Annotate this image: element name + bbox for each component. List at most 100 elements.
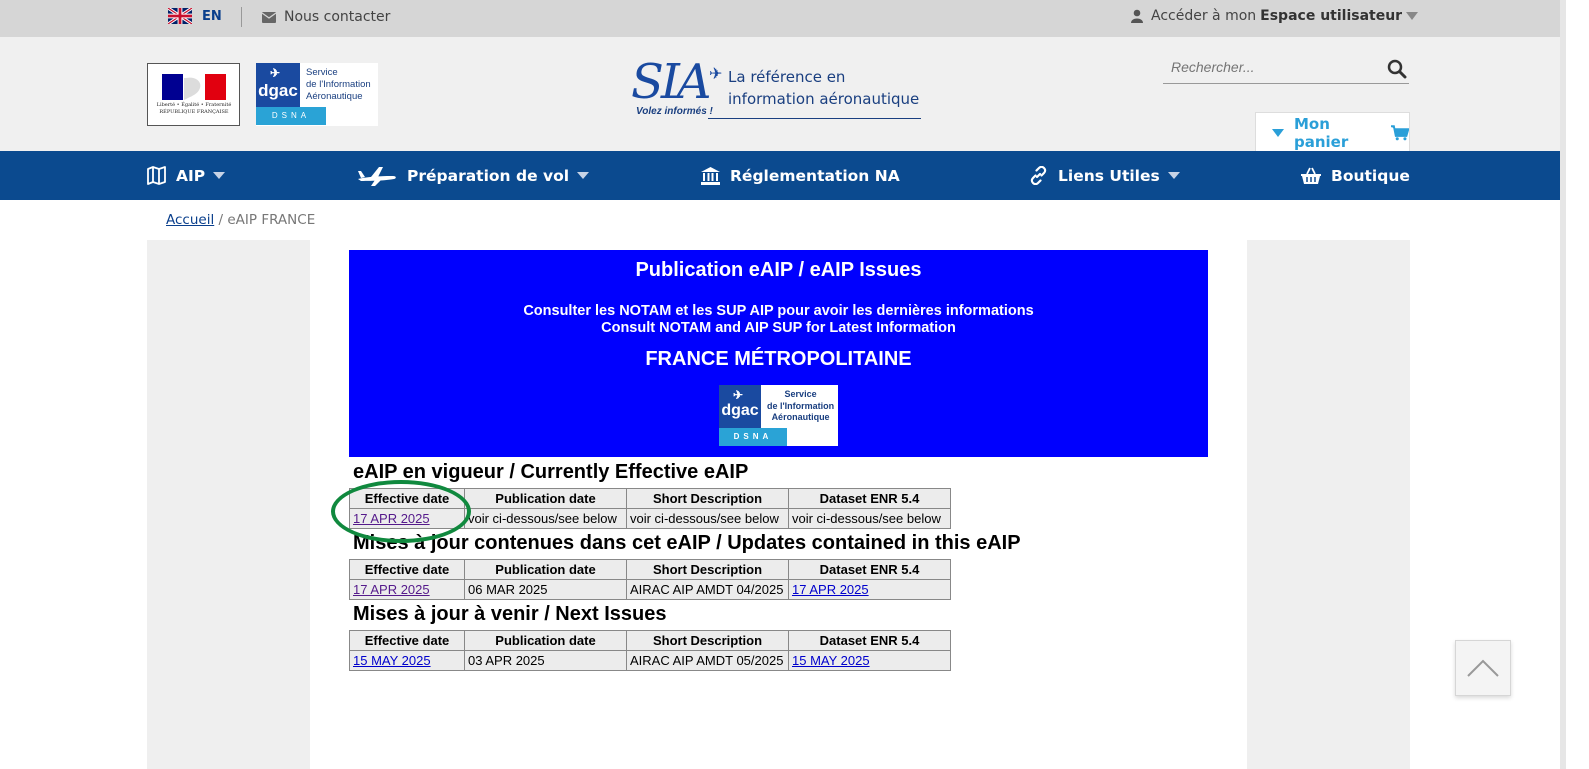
next-dataset-link[interactable]: 15 MAY 2025	[792, 653, 870, 668]
language-switch[interactable]: EN	[168, 8, 222, 24]
nav-item-liens-utiles[interactable]: Liens Utiles	[1029, 151, 1180, 200]
search-icon[interactable]	[1387, 59, 1407, 79]
dgac-service-text: Service de l'Information Aéronautique	[306, 67, 371, 103]
update-effective-link[interactable]: 17 APR 2025	[353, 582, 430, 597]
table-row: 17 APR 2025 06 MAR 2025 AIRAC AIP AMDT 0…	[349, 579, 951, 600]
section-heading-updates: Mises à jour contenues dans cet eAIP / U…	[353, 532, 1021, 554]
sia-plane-icon: ✈	[709, 64, 723, 83]
sia-letters: SIA	[631, 54, 711, 110]
search-box	[1163, 56, 1409, 84]
plane-icon: ✈	[270, 66, 281, 80]
user-icon	[1131, 9, 1143, 23]
topbar-divider	[241, 7, 242, 27]
dgac-line-1: Service	[784, 389, 817, 399]
marianne-text: Liberté • Égalité • Fraternité RÉPUBLIQU…	[156, 102, 232, 115]
back-to-top-button[interactable]	[1455, 640, 1511, 696]
breadcrumb-home-link[interactable]: Accueil	[166, 212, 214, 228]
table-row: 15 MAY 2025 03 APR 2025 AIRAC AIP AMDT 0…	[349, 650, 951, 671]
chevron-down-icon	[577, 172, 590, 179]
dgac-line-1: Service	[306, 67, 338, 78]
table-header-row: Effective date Publication date Short De…	[349, 630, 951, 651]
breadcrumb-separator: /	[218, 212, 224, 228]
nav-item-aip[interactable]: AIP	[147, 151, 226, 200]
cart-icon	[1390, 124, 1409, 140]
dgac-service-text: Service de l'Information Aéronautique	[767, 389, 834, 424]
dgac-box: ✈ dgac	[719, 385, 761, 428]
link-icon	[1030, 166, 1047, 185]
dsna-label: DSNA	[256, 107, 326, 125]
basket-icon	[1301, 167, 1321, 184]
dgac-line-3: Aéronautique	[306, 91, 363, 102]
chevron-up-icon	[1467, 659, 1499, 677]
sia-tagline-1: La référence en	[728, 68, 846, 86]
breadcrumb-current: eAIP FRANCE	[227, 212, 316, 228]
cell-publication-date: voir ci-dessous/see below	[464, 508, 627, 529]
cell-short-description: AIRAC AIP AMDT 05/2025	[626, 650, 789, 671]
cell-short-description: voir ci-dessous/see below	[626, 508, 789, 529]
col-publication-date: Publication date	[464, 488, 627, 509]
cell-effective-date: 15 MAY 2025	[349, 650, 465, 671]
col-short-description: Short Description	[626, 559, 789, 580]
nav-item-boutique[interactable]: Boutique	[1301, 151, 1410, 200]
next-effective-link[interactable]: 15 MAY 2025	[353, 653, 431, 668]
dsna-label: DSNA	[719, 428, 787, 446]
dgac-line-2: de l'Information	[306, 79, 371, 90]
sia-logo[interactable]: SIA ✈ La référence en information aérona…	[621, 54, 921, 122]
section-heading-next: Mises à jour à venir / Next Issues	[353, 603, 667, 625]
cart-chevron-icon	[1272, 128, 1284, 137]
main-navigation: AIP Préparation de vol Réglementation NA…	[0, 151, 1560, 200]
cell-dataset-enr: voir ci-dessous/see below	[788, 508, 951, 529]
contact-label: Nous contacter	[284, 9, 391, 25]
search-input[interactable]	[1171, 59, 1371, 75]
nav-item-preparation-vol[interactable]: Préparation de vol	[357, 151, 590, 200]
update-dataset-link[interactable]: 17 APR 2025	[792, 582, 869, 597]
cell-effective-date: 17 APR 2025	[349, 579, 465, 600]
banner-title: Publication eAIP / eAIP Issues	[635, 259, 922, 281]
cell-short-description: AIRAC AIP AMDT 04/2025	[626, 579, 789, 600]
republique-francaise-logo[interactable]: Liberté • Égalité • Fraternité RÉPUBLIQU…	[147, 63, 240, 126]
plane-icon: ✈	[733, 388, 744, 402]
chevron-down-icon	[213, 172, 226, 179]
dgac-line-2: de l'Information	[767, 400, 835, 411]
col-short-description: Short Description	[626, 630, 789, 651]
col-dataset-enr: Dataset ENR 5.4	[788, 488, 951, 509]
left-side-column	[147, 240, 310, 769]
user-access-prefix: Accéder à mon	[1151, 8, 1257, 24]
user-space-menu[interactable]: Accéder à mon Espace utilisateur	[1131, 8, 1419, 24]
col-publication-date: Publication date	[464, 559, 627, 580]
sia-tagline: La référence en information aéronautique	[728, 66, 919, 110]
dgac-word: dgac	[258, 81, 298, 100]
dgac-word: dgac	[721, 402, 759, 419]
breadcrumb: Accueil / eAIP FRANCE	[166, 212, 315, 228]
banner-region: FRANCE MÉTROPOLITAINE	[645, 348, 912, 370]
cart-button[interactable]: Mon panier	[1255, 112, 1410, 152]
airplane-icon	[358, 166, 396, 186]
contact-link[interactable]: Nous contacter	[262, 9, 390, 25]
cell-dataset-enr: 15 MAY 2025	[788, 650, 951, 671]
nav-label-aip: AIP	[176, 166, 206, 185]
eaip-banner: Publication eAIP / eAIP Issues Consulter…	[349, 250, 1208, 457]
nav-label-liens-utiles: Liens Utiles	[1058, 166, 1160, 185]
nav-item-reglementation[interactable]: Réglementation NA	[701, 151, 900, 200]
language-code: EN	[202, 8, 222, 24]
page-scrollbar[interactable]	[1560, 0, 1566, 769]
dgac-logo[interactable]: ✈ dgac DSNA Service de l'Information Aér…	[256, 63, 378, 126]
institution-icon	[701, 166, 720, 185]
banner-dgac-logo: ✈ dgac DSNA Service de l'Information Aér…	[719, 385, 838, 446]
right-side-column	[1247, 240, 1410, 769]
dgac-line-3: Aéronautique	[771, 412, 830, 422]
chevron-down-icon	[1167, 172, 1180, 179]
col-dataset-enr: Dataset ENR 5.4	[788, 630, 951, 651]
table-next-issues: Effective date Publication date Short De…	[349, 630, 951, 671]
col-dataset-enr: Dataset ENR 5.4	[788, 559, 951, 580]
cell-dataset-enr: 17 APR 2025	[788, 579, 951, 600]
marianne-icon	[162, 74, 226, 100]
dgac-box: ✈ dgac	[256, 63, 300, 107]
highlight-circle	[331, 480, 471, 543]
top-utility-bar: EN Nous contacter Accéder à mon Espace u…	[0, 0, 1566, 37]
col-effective-date: Effective date	[349, 630, 465, 651]
map-book-icon	[147, 166, 166, 185]
sia-tagline-2: information aéronautique	[728, 90, 920, 108]
nav-label-reglementation: Réglementation NA	[730, 166, 900, 185]
sia-motto: Volez informés !	[636, 106, 713, 117]
